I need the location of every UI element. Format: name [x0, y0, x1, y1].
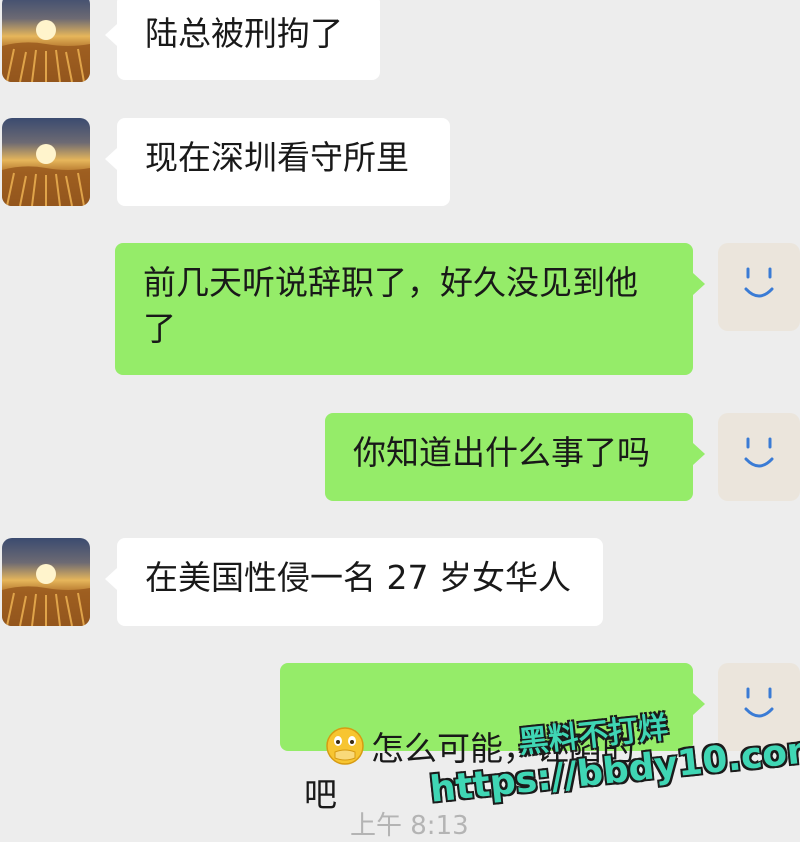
- message-bubble-incoming[interactable]: 现在深圳看守所里: [105, 118, 450, 206]
- contact-avatar[interactable]: [2, 0, 90, 82]
- message-bubble-incoming[interactable]: 在美国性侵一名 27 岁女华人: [105, 538, 603, 626]
- face-with-hand-over-mouth-emoji-icon: [326, 727, 364, 765]
- sunset-wheat-avatar-image: [2, 20, 90, 82]
- sunset-wheat-avatar-image: [2, 144, 90, 206]
- self-avatar[interactable]: [718, 413, 800, 501]
- message-bubble-outgoing[interactable]: 你知道出什么事了吗: [325, 413, 705, 501]
- smile-face-icon: [744, 437, 774, 468]
- sunset-wheat-avatar-image: [2, 564, 90, 626]
- message-timestamp: 上午 8:13: [350, 811, 469, 841]
- smile-face-icon: [744, 267, 774, 298]
- self-avatar[interactable]: [718, 243, 800, 331]
- message-bubble-incoming[interactable]: 陆总被刑拘了: [105, 0, 380, 80]
- contact-avatar[interactable]: [2, 538, 90, 626]
- contact-avatar[interactable]: [2, 118, 90, 206]
- message-bubble-outgoing[interactable]: 前几天听说辞职了，好久没见到他了: [115, 243, 705, 375]
